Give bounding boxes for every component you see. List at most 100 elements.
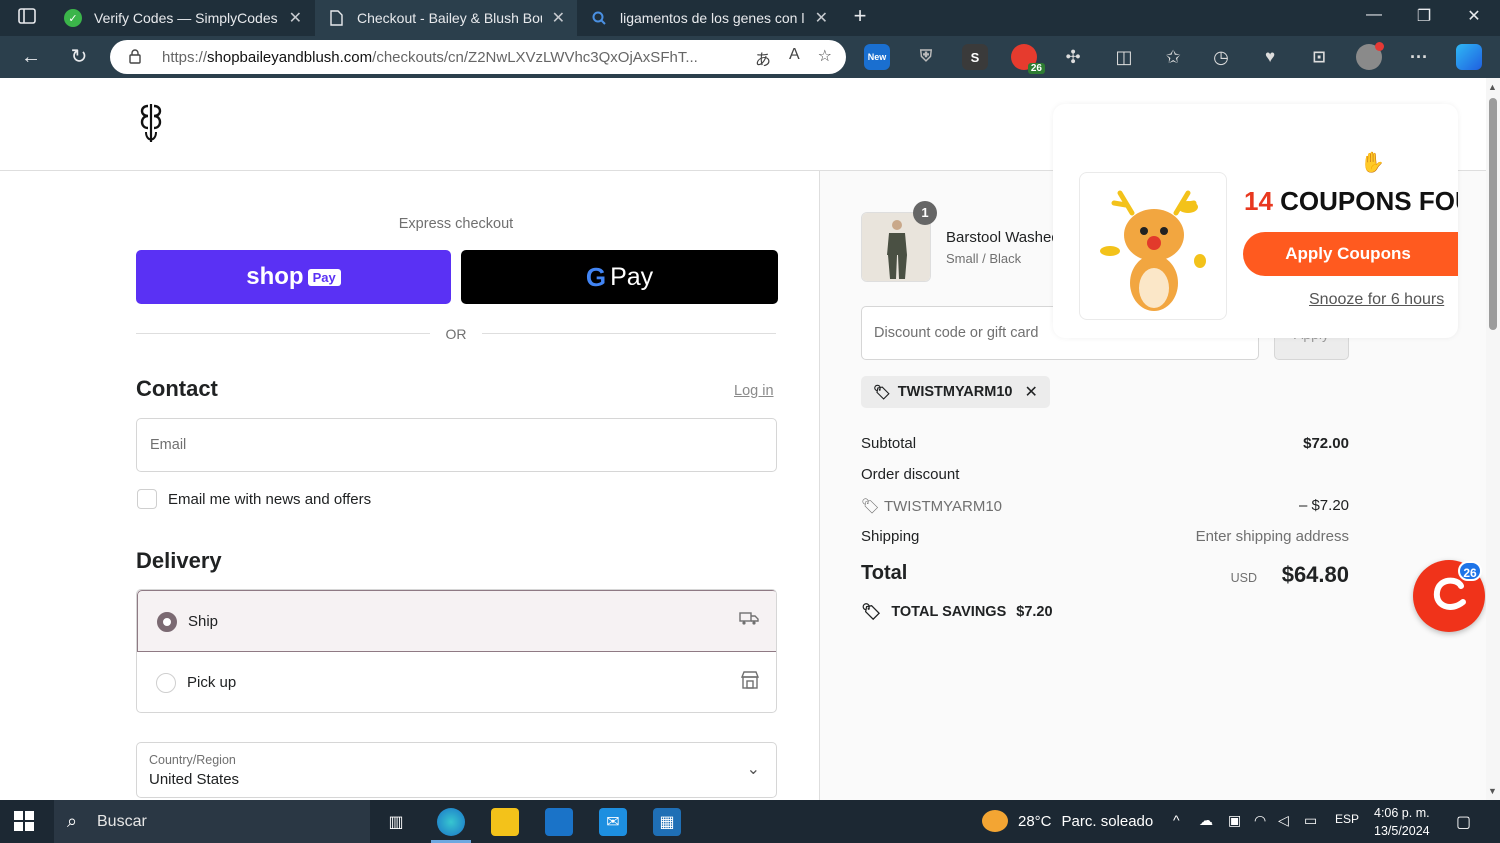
tab-simplycodes[interactable]: ✓ Verify Codes — SimplyCodes ✕	[52, 0, 314, 36]
tag-icon: 🏷	[861, 498, 884, 515]
google-pay-button[interactable]: G Pay	[461, 250, 778, 304]
onedrive-icon[interactable]: ☁	[1199, 812, 1213, 829]
taskbar-clock[interactable]: 4:06 p. m. 13/5/2024	[1374, 804, 1430, 840]
page-scrollbar[interactable]: ▲ ▼	[1486, 78, 1500, 800]
meet-icon[interactable]: ▣	[1228, 812, 1241, 829]
favorite-star-icon[interactable]: ☆	[818, 46, 832, 70]
scroll-up-icon[interactable]: ▲	[1488, 82, 1497, 92]
s-extension-icon[interactable]: S	[962, 44, 988, 70]
search-icon	[590, 9, 608, 27]
read-aloud-icon[interactable]: A	[789, 46, 800, 70]
url-text: https://shopbaileyandblush.com/checkouts…	[162, 48, 698, 66]
reindeer-mascot-icon	[1079, 172, 1227, 320]
screenshot-icon[interactable]: ⊡	[1306, 44, 1332, 70]
shipping-row: Shipping Enter shipping address	[861, 528, 1349, 545]
task-view-icon[interactable]: ▥	[382, 808, 410, 836]
delivery-option-ship[interactable]: Ship	[137, 590, 776, 652]
profile-avatar-icon[interactable]	[1356, 42, 1384, 70]
ship-label: Ship	[188, 613, 219, 630]
google-g-icon: G	[585, 261, 607, 292]
translate-icon[interactable]: あ	[755, 46, 771, 70]
google-pay-label: Pay	[610, 262, 654, 291]
shop-pay-button[interactable]: shop Pay	[136, 250, 451, 304]
close-tab-icon[interactable]: ✕	[552, 8, 565, 28]
product-variant: Small / Black	[946, 251, 1022, 266]
close-window-icon[interactable]: ✕	[1459, 6, 1489, 26]
ship-radio[interactable]	[157, 612, 177, 632]
order-discount-row: Order discount	[861, 466, 960, 483]
scrollbar-thumb[interactable]	[1489, 98, 1497, 330]
file-explorer-icon[interactable]	[491, 808, 519, 836]
shop-pay-badge: Pay	[307, 268, 341, 286]
page-icon	[327, 9, 345, 27]
discount-placeholder: Discount code or gift card	[874, 325, 1039, 341]
simplycodes-icon: ✓	[64, 9, 82, 27]
pickup-radio[interactable]	[156, 673, 176, 693]
split-screen-icon[interactable]: ◫	[1111, 44, 1137, 70]
tab-search[interactable]: ligamentos de los genes con los ✕	[578, 0, 840, 36]
country-region-select[interactable]: Country/Region United States ⌄	[136, 742, 777, 798]
newsletter-checkbox[interactable]	[137, 489, 157, 509]
country-value: United States	[149, 771, 240, 788]
country-label: Country/Region	[149, 753, 236, 767]
browser-tab-bar: ✓ Verify Codes — SimplyCodes ✕ Checkout …	[0, 0, 1500, 36]
notifications-icon[interactable]: ▢	[1456, 812, 1471, 832]
mail-icon[interactable]: ✉	[599, 808, 627, 836]
login-link[interactable]: Log in	[734, 383, 774, 399]
language-indicator[interactable]: ESP	[1335, 812, 1359, 826]
express-checkout-label: Express checkout	[398, 216, 514, 232]
snooze-link[interactable]: Snooze for 6 hours	[1309, 291, 1444, 309]
address-bar-row: ← ↻ https://shopbaileyandblush.com/check…	[0, 36, 1500, 78]
calculator-icon[interactable]: ▦	[653, 808, 681, 836]
pickup-label: Pick up	[187, 674, 237, 691]
coupon-extension-icon[interactable]: 26	[1011, 44, 1045, 74]
show-hidden-icons-icon[interactable]: ^	[1173, 812, 1180, 828]
close-tab-icon[interactable]: ✕	[289, 8, 302, 28]
weather-widget[interactable]: 28°C Parc. soleado	[982, 810, 1153, 832]
tab-title: Verify Codes — SimplyCodes	[94, 10, 278, 26]
lock-icon[interactable]	[128, 48, 144, 67]
windows-start-icon[interactable]	[14, 811, 34, 836]
new-tab-icon[interactable]: +	[845, 3, 875, 29]
taskbar-search[interactable]: ⌕ Buscar	[54, 800, 370, 843]
tab-checkout[interactable]: Checkout - Bailey & Blush Boutique ✕	[315, 0, 577, 36]
tab-actions-icon[interactable]	[12, 8, 42, 29]
favorites-icon[interactable]: ✩	[1160, 44, 1186, 70]
edge-icon[interactable]	[437, 808, 465, 836]
address-bar[interactable]: https://shopbaileyandblush.com/checkouts…	[110, 40, 846, 74]
shield-icon[interactable]: ⛨	[913, 44, 939, 70]
volume-icon[interactable]: ◁	[1278, 812, 1289, 829]
checkout-page: Express checkout shop Pay G Pay OR Conta…	[0, 78, 1486, 800]
delivery-option-pickup[interactable]: Pick up	[137, 652, 776, 712]
performance-icon[interactable]: ♥	[1257, 44, 1283, 70]
store-app-icon[interactable]	[545, 808, 573, 836]
minimize-icon[interactable]: —	[1359, 6, 1389, 24]
total-savings: 🏷 TOTAL SAVINGS $7.20	[861, 604, 1053, 621]
close-tab-icon[interactable]: ✕	[815, 8, 828, 28]
subtotal-row: Subtotal $72.00	[861, 435, 1349, 452]
copilot-icon[interactable]	[1456, 44, 1482, 70]
email-field[interactable]: Email	[136, 418, 777, 472]
history-icon[interactable]: ◷	[1208, 44, 1234, 70]
news-extension-icon[interactable]: New	[864, 44, 890, 70]
battery-icon[interactable]: ▭	[1304, 812, 1317, 829]
apply-coupons-button[interactable]: Apply Coupons	[1243, 232, 1458, 276]
chevron-down-icon: ⌄	[746, 761, 760, 778]
store-logo[interactable]	[136, 102, 168, 146]
applied-code-label: TWISTMYARM10	[897, 384, 1013, 400]
remove-code-icon[interactable]: ✕	[1024, 382, 1037, 402]
refresh-icon[interactable]: ↻	[66, 44, 92, 70]
scroll-down-icon[interactable]: ▼	[1488, 786, 1497, 796]
product-name: Barstool Washed	[946, 229, 1056, 246]
shop-pay-label: shop	[246, 263, 304, 290]
back-icon[interactable]: ←	[18, 44, 44, 70]
delivery-options: Ship Pick up	[136, 589, 777, 713]
restore-icon[interactable]: ❐	[1409, 6, 1439, 26]
partly-sunny-icon	[982, 810, 1008, 832]
fab-count-badge: 26	[1458, 561, 1482, 581]
wifi-icon[interactable]: ◠	[1254, 812, 1266, 829]
extensions-puzzle-icon[interactable]: ✣	[1060, 44, 1086, 70]
delivery-title: Delivery	[136, 548, 222, 573]
more-options-icon[interactable]: ···	[1406, 44, 1432, 70]
coupon-title: 14 COUPONS FOUND	[1244, 186, 1458, 216]
